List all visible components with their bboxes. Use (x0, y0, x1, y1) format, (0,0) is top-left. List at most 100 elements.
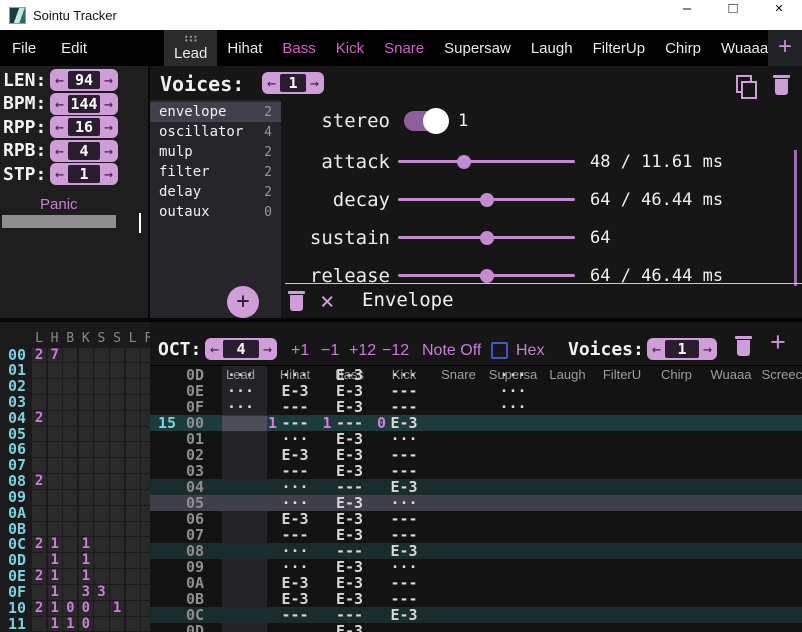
note-cell[interactable]: ··· (377, 431, 431, 447)
order-cell[interactable] (126, 601, 140, 616)
note-cell[interactable]: E-3 (323, 431, 377, 447)
order-cell[interactable] (141, 490, 150, 505)
note-cell[interactable]: ··· (377, 367, 431, 383)
order-cell[interactable] (63, 585, 77, 600)
parameter-scrollbar[interactable] (794, 150, 797, 286)
order-cell[interactable]: 0 (79, 617, 93, 632)
order-cell[interactable] (79, 490, 93, 505)
order-cell[interactable]: 1 (48, 553, 62, 568)
order-cell[interactable] (126, 617, 140, 632)
order-cell[interactable] (94, 569, 108, 584)
slider-knob-attack[interactable] (457, 155, 471, 169)
order-cell[interactable] (126, 506, 140, 521)
order-cell[interactable] (94, 537, 108, 552)
order-cell[interactable] (141, 458, 150, 473)
track-voices-stepper-increment[interactable]: → (701, 338, 714, 360)
note-cell[interactable]: --- (323, 543, 377, 559)
note-cell[interactable]: E-3 (323, 527, 377, 543)
note-cell[interactable]: ··· (214, 383, 268, 399)
len-stepper-decrement[interactable]: ← (53, 69, 66, 91)
order-cell[interactable]: 2 (32, 411, 46, 426)
order-cell[interactable] (110, 442, 124, 457)
order-cell[interactable] (48, 458, 62, 473)
order-cell[interactable] (94, 427, 108, 442)
order-cell[interactable] (79, 379, 93, 394)
order-cell[interactable]: 3 (79, 585, 93, 600)
order-cell[interactable] (79, 474, 93, 489)
order-cell[interactable] (126, 427, 140, 442)
tab-laugh[interactable]: Laugh (521, 30, 583, 66)
order-cell[interactable] (141, 553, 150, 568)
order-cell[interactable] (110, 395, 124, 410)
order-cell[interactable]: 0 (63, 601, 77, 616)
note-cell[interactable]: ··· (268, 559, 322, 575)
note-cell[interactable]: --- (268, 463, 322, 479)
order-cell[interactable] (48, 427, 62, 442)
order-cell[interactable] (32, 363, 46, 378)
note-cell[interactable]: --- (377, 591, 431, 607)
instrument-voices-stepper-decrement[interactable]: ← (265, 72, 278, 94)
edit-cursor[interactable] (222, 416, 267, 431)
note-cell[interactable]: E-3 (323, 575, 377, 591)
order-cell[interactable] (79, 395, 93, 410)
order-cell[interactable] (63, 411, 77, 426)
order-cell[interactable] (79, 363, 93, 378)
close-unit-editor-icon[interactable]: × (320, 286, 334, 316)
order-cell[interactable] (141, 442, 150, 457)
order-cell[interactable] (63, 537, 77, 552)
note-cell[interactable]: --- (377, 447, 431, 463)
order-cell[interactable] (32, 585, 46, 600)
note-cell[interactable]: E-3 (377, 607, 431, 623)
order-cell[interactable] (32, 522, 46, 537)
order-cell[interactable] (79, 427, 93, 442)
order-cell[interactable] (126, 522, 140, 537)
order-cell[interactable]: 3 (94, 585, 108, 600)
order-cell[interactable] (79, 348, 93, 363)
note-cell[interactable]: E-3 (323, 383, 377, 399)
order-cell[interactable] (94, 617, 108, 632)
progress-bar[interactable] (2, 215, 116, 228)
order-cell[interactable] (94, 363, 108, 378)
note-cell[interactable]: --- (268, 607, 322, 623)
note-cell[interactable]: E-3 (323, 399, 377, 415)
order-cell[interactable] (63, 442, 77, 457)
order-cell[interactable] (126, 537, 140, 552)
order-cell[interactable] (63, 506, 77, 521)
order-cell[interactable] (110, 585, 124, 600)
order-cell[interactable] (63, 569, 77, 584)
order-cell[interactable]: 1 (110, 601, 124, 616)
octave-stepper-decrement[interactable]: ← (208, 338, 221, 360)
order-cell[interactable] (48, 490, 62, 505)
order-cell[interactable] (126, 569, 140, 584)
note-cell[interactable]: E-3 (323, 463, 377, 479)
bpm-stepper-increment[interactable]: → (102, 93, 115, 115)
order-cell[interactable] (94, 379, 108, 394)
note-cell[interactable]: E-3 (377, 543, 431, 559)
order-cell[interactable] (141, 569, 150, 584)
order-cell[interactable]: 1 (79, 553, 93, 568)
note-cell[interactable]: ··· (486, 399, 540, 415)
order-cell[interactable] (94, 395, 108, 410)
order-cell[interactable] (32, 553, 46, 568)
tab-wuaaa[interactable]: Wuaaa (711, 30, 768, 66)
order-cell[interactable]: 1 (79, 569, 93, 584)
order-cell[interactable] (126, 585, 140, 600)
add-track-button[interactable]: + (770, 327, 786, 358)
note-cell[interactable]: E-3 (323, 495, 377, 511)
order-cell[interactable] (32, 458, 46, 473)
order-cell[interactable]: 0 (79, 601, 93, 616)
rpb-stepper-increment[interactable]: → (102, 140, 115, 162)
note-cell[interactable]: ··· (268, 431, 322, 447)
order-cell[interactable] (94, 553, 108, 568)
rpp-stepper-decrement[interactable]: ← (53, 116, 66, 138)
bpm-stepper-decrement[interactable]: ← (53, 93, 66, 115)
order-cell[interactable] (126, 490, 140, 505)
order-cell[interactable] (110, 617, 124, 632)
rpp-stepper-increment[interactable]: → (102, 116, 115, 138)
note-cell[interactable]: --- (268, 415, 322, 431)
order-cell[interactable] (48, 474, 62, 489)
tab-filterup[interactable]: FilterUp (583, 30, 656, 66)
order-cell[interactable] (32, 442, 46, 457)
tab-supersaw[interactable]: Supersaw (434, 30, 521, 66)
param-slider-attack[interactable] (398, 160, 575, 163)
